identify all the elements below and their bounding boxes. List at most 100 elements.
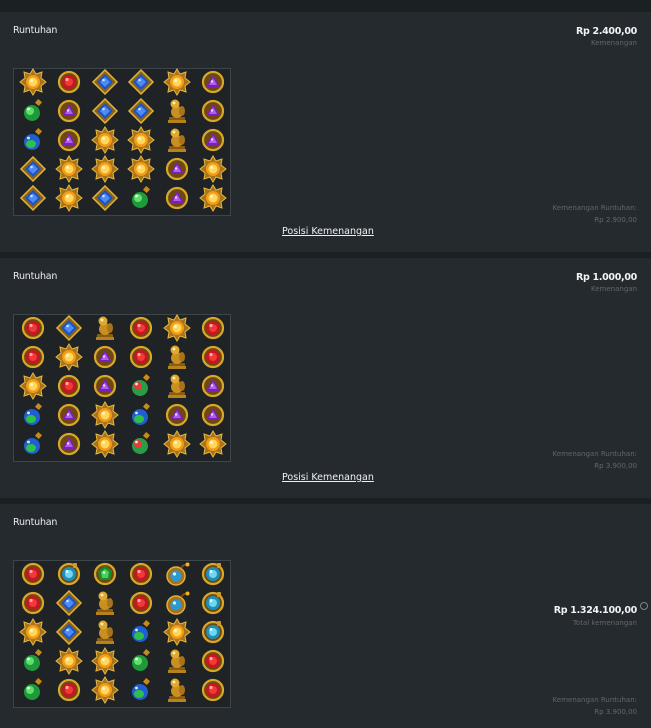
blue-gem-icon xyxy=(19,184,47,216)
purple-gem-icon xyxy=(55,126,83,158)
grid-cell xyxy=(51,589,87,619)
card-title: Runtuhan xyxy=(13,271,58,282)
red-gem-icon xyxy=(127,560,155,592)
grid-cell xyxy=(87,97,123,129)
grid-cell xyxy=(15,561,51,590)
grid-cell xyxy=(51,403,87,432)
symbol-grid xyxy=(13,67,231,216)
potion-blue-icon xyxy=(127,618,155,650)
sun-gem-icon xyxy=(163,67,191,100)
red-gem-icon xyxy=(55,372,83,404)
red-gem-icon xyxy=(55,676,83,708)
sun-gem-icon xyxy=(91,676,119,708)
sun-gem-icon xyxy=(91,647,119,679)
sun-gem-icon xyxy=(19,67,47,100)
grid-cell xyxy=(51,127,87,156)
card-title: Runtuhan xyxy=(13,25,58,36)
grid-cell xyxy=(195,430,231,462)
sun-gem-icon xyxy=(127,125,155,158)
purple-gem-icon xyxy=(199,401,227,433)
gold-idol-icon xyxy=(91,618,119,650)
grid-cell xyxy=(123,678,159,707)
grid-cell xyxy=(123,403,159,432)
potion-blue-icon xyxy=(127,401,155,433)
cyan-amulet-icon xyxy=(55,560,83,592)
grid-cell xyxy=(87,373,123,402)
card-title: Runtuhan xyxy=(13,517,58,528)
purple-gem-icon xyxy=(163,155,191,187)
gold-idol-icon xyxy=(163,647,191,679)
sun-gem-icon xyxy=(55,342,83,375)
win-label: Kemenangan xyxy=(590,285,637,293)
cascade-win-label: Kemenangan Runtuhan: xyxy=(552,204,637,212)
grid-cell xyxy=(159,590,195,619)
info-icon[interactable] xyxy=(640,602,648,610)
grid-cell xyxy=(123,561,159,590)
cascade-win-label: Kemenangan Runtuhan: xyxy=(552,696,637,704)
grid-cell xyxy=(87,561,123,590)
bomb-icon xyxy=(163,560,191,592)
grid-cell xyxy=(15,127,51,156)
grid-cell xyxy=(15,98,51,127)
grid-cell xyxy=(15,315,51,344)
red-gem-icon xyxy=(19,589,47,621)
potion-green-icon xyxy=(19,647,47,679)
grid-cell xyxy=(123,186,159,215)
grid-cell xyxy=(51,561,87,590)
potion-red-icon xyxy=(127,372,155,404)
grid-cell xyxy=(159,561,195,590)
grid-cell xyxy=(15,156,51,186)
gold-idol-icon xyxy=(163,676,191,708)
symbol-grid xyxy=(13,313,231,462)
grid-cell xyxy=(195,127,231,156)
grid-cell xyxy=(195,403,231,432)
grid-cell xyxy=(159,678,195,707)
purple-gem-icon xyxy=(199,97,227,129)
winning-positions-link[interactable]: Posisi Kemenangan xyxy=(282,226,374,237)
grid-cell xyxy=(195,590,231,619)
purple-gem-icon xyxy=(55,430,83,462)
sun-gem-icon xyxy=(91,155,119,187)
blue-gem-icon xyxy=(127,68,155,100)
potion-green-icon xyxy=(19,676,47,708)
potion-green-icon xyxy=(127,184,155,216)
grid-cell xyxy=(51,678,87,707)
blue-gem-icon xyxy=(91,68,119,100)
grid-cell xyxy=(15,403,51,432)
sun-gem-icon xyxy=(163,617,191,650)
grid-cell xyxy=(51,314,87,344)
gold-idol-icon xyxy=(163,126,191,158)
gold-idol-icon xyxy=(91,589,119,621)
grid-cell xyxy=(195,561,231,590)
purple-gem-icon xyxy=(55,97,83,129)
grid-cell xyxy=(87,619,123,648)
grid-cell xyxy=(159,403,195,432)
grid-cell xyxy=(51,432,87,461)
sun-gem-icon xyxy=(19,617,47,650)
grid-cell xyxy=(15,371,51,402)
blue-gem-icon xyxy=(91,97,119,129)
sun-gem-icon xyxy=(163,313,191,346)
sun-gem-icon xyxy=(91,430,119,462)
green-gem-icon xyxy=(91,560,119,592)
grid-cell xyxy=(123,344,159,373)
purple-gem-icon xyxy=(91,343,119,375)
cascade-win-amount: Rp 2.900,00 xyxy=(594,216,637,224)
cyan-amulet-icon xyxy=(199,618,227,650)
winning-positions-link[interactable]: Posisi Kemenangan xyxy=(282,472,374,483)
win-label: Kemenangan xyxy=(590,39,637,47)
cascade-card-2: Runtuhan Rp 1.000,00 Kemenangan Kemenang… xyxy=(0,258,651,498)
grid-cell xyxy=(195,69,231,98)
potion-green-icon xyxy=(127,647,155,679)
symbol-grid xyxy=(13,560,231,708)
cascade-win: Kemenangan Runtuhan: Rp 2.900,00 xyxy=(553,202,637,226)
grid-cell xyxy=(123,315,159,344)
grid-cell xyxy=(195,373,231,402)
gold-idol-icon xyxy=(91,314,119,346)
grid-cell xyxy=(15,67,51,100)
gold-idol-icon xyxy=(163,97,191,129)
cascade-win: Kemenangan Runtuhan: Rp 3.900,00 xyxy=(553,448,637,472)
sun-gem-icon xyxy=(199,430,227,462)
grid-cell xyxy=(195,649,231,678)
grid-cell xyxy=(15,678,51,707)
